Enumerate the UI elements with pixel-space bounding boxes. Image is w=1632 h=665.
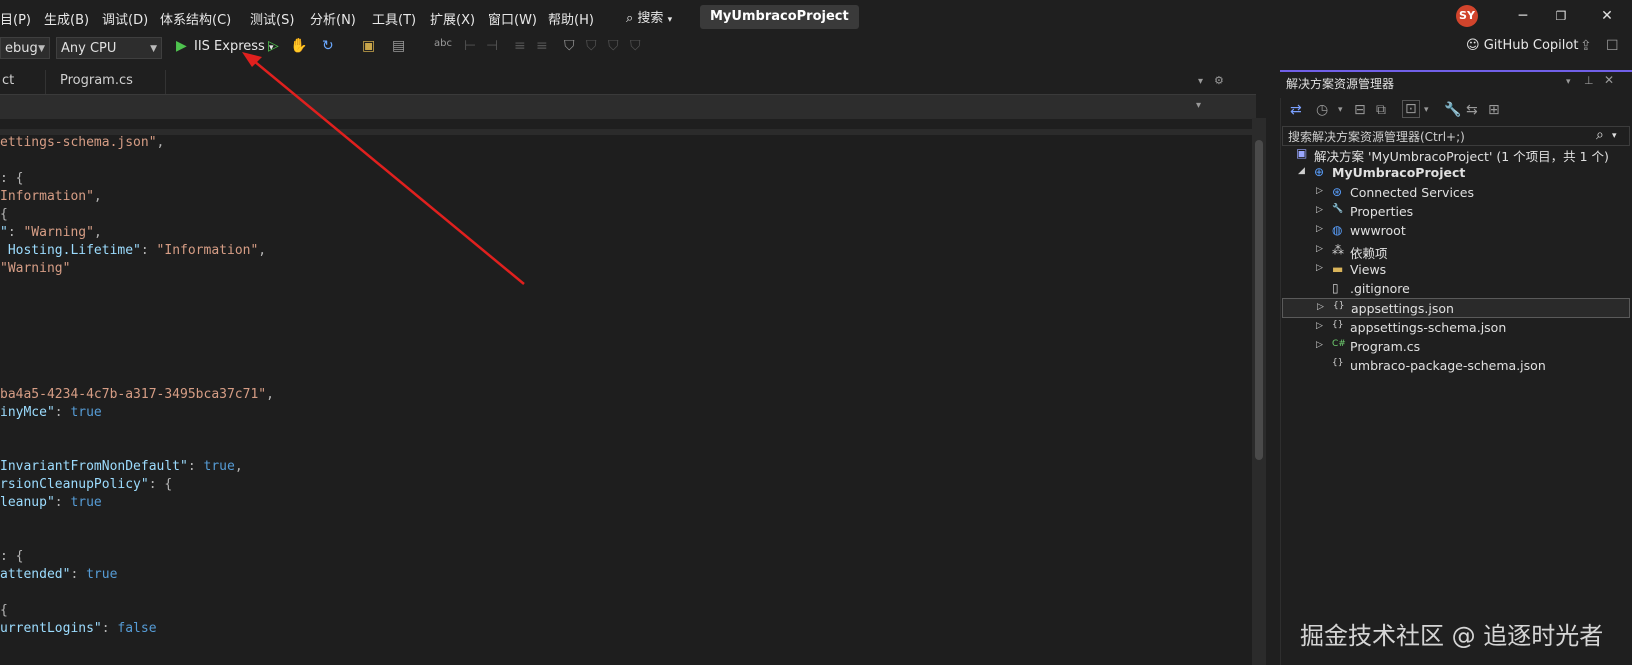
watermark: 掘金技术社区 @ 追逐时光者 — [1300, 622, 1604, 650]
annotation-arrow — [242, 52, 525, 285]
